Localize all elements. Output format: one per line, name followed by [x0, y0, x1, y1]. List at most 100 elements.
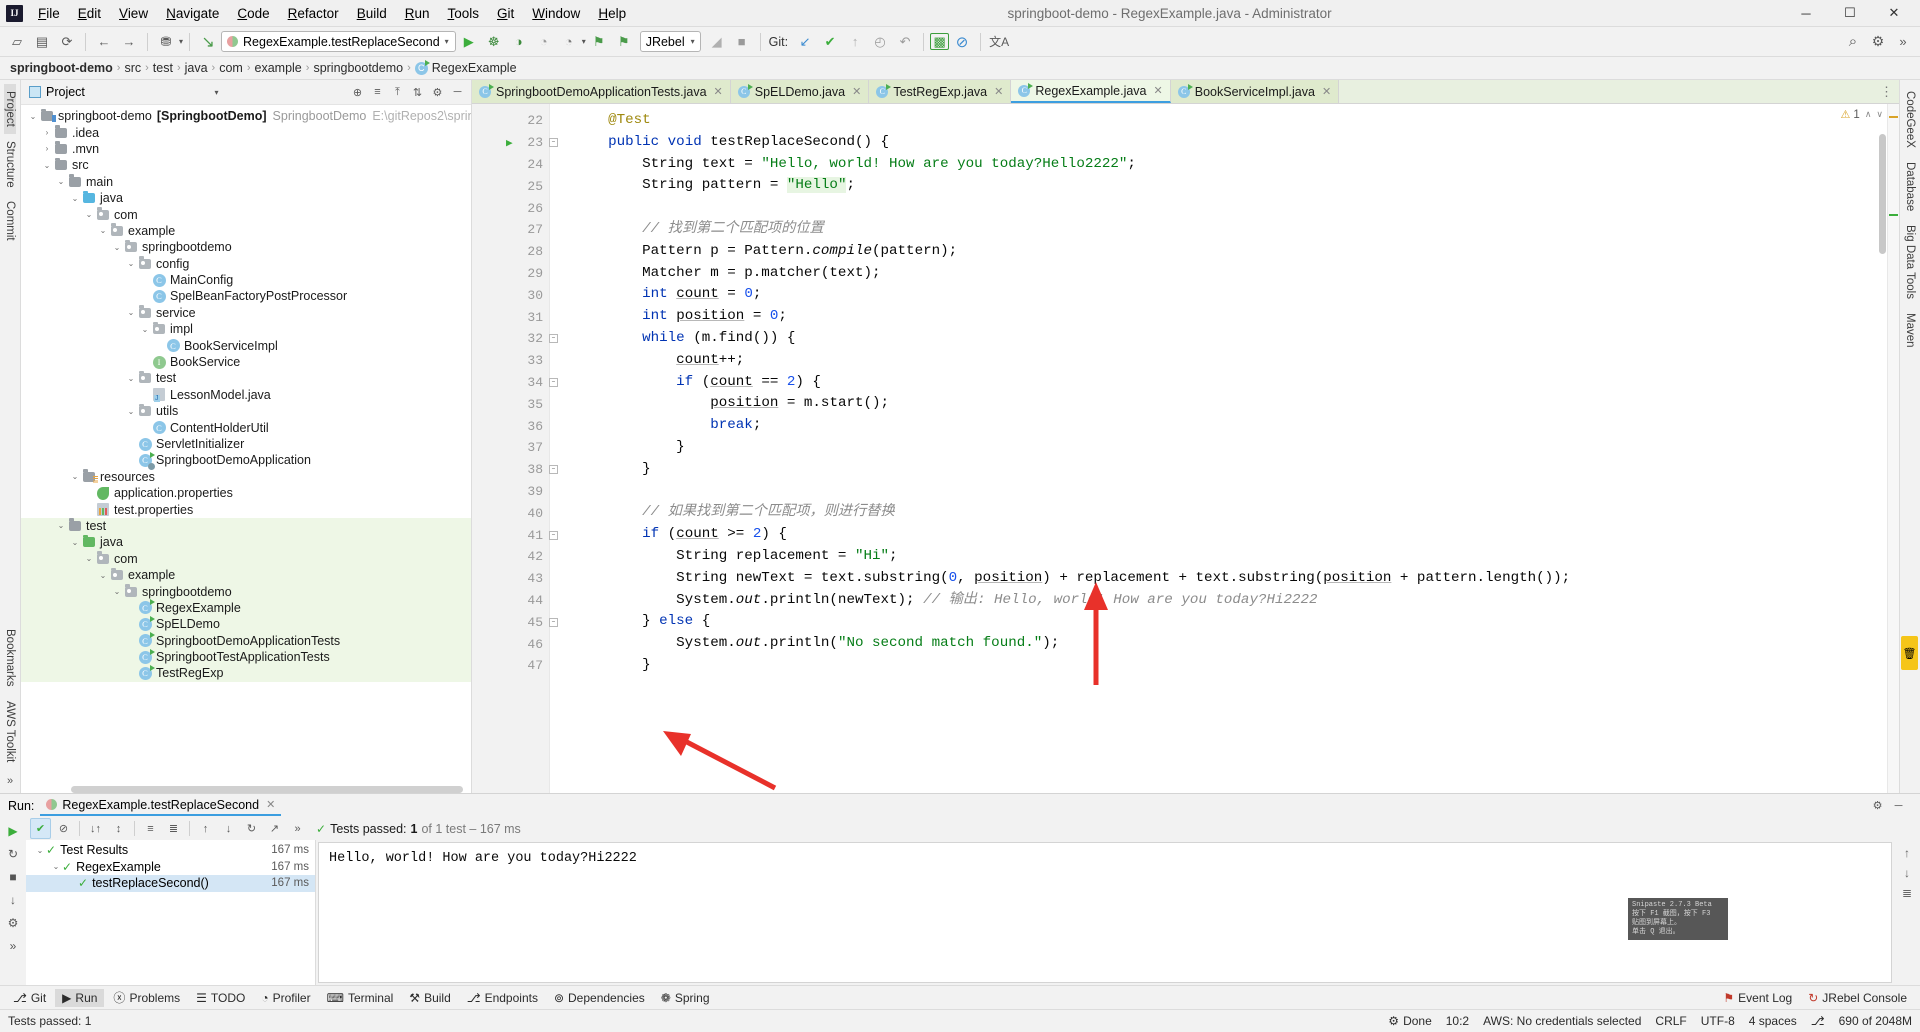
profile-run-button[interactable]: ◔ — [532, 30, 556, 54]
tree-chevron-icon[interactable]: ⌄ — [111, 587, 123, 596]
minimize-button[interactable]: ─ — [1784, 0, 1828, 26]
gutter-line-27[interactable]: 27 — [472, 219, 549, 241]
menu-build[interactable]: Build — [348, 2, 396, 25]
collapse-all-tests-icon[interactable]: ≣ — [163, 818, 184, 839]
menu-view[interactable]: View — [110, 2, 157, 25]
tree-node-utils[interactable]: ⌄ utils — [21, 403, 471, 419]
settings-gear-icon[interactable]: ⚙ — [1866, 30, 1890, 54]
memory-indicator[interactable]: 690 of 2048M — [1839, 1014, 1912, 1028]
inspection-widget[interactable]: ⚠ 1 ∧ ∨ — [1841, 108, 1883, 122]
tool-window-button-build[interactable]: ⚒ Build — [402, 989, 457, 1007]
tab-overflow-icon[interactable]: ⋮ — [1880, 80, 1899, 103]
tree-chevron-icon[interactable]: ⌄ — [55, 177, 67, 186]
tree-node-speldemo[interactable]: C SpELDemo — [21, 615, 471, 633]
rail-maven[interactable]: Maven — [1904, 306, 1916, 355]
rerun-icon[interactable]: ▶ — [2, 820, 24, 842]
expand-all-tests-icon[interactable]: ≡ — [140, 818, 161, 839]
tree-node-test[interactable]: ⌄ test — [21, 370, 471, 386]
test-chevron-icon[interactable]: ⌄ — [50, 862, 62, 871]
code-line-30[interactable]: int count = 0; — [574, 284, 1887, 306]
code-line-36[interactable]: break; — [574, 415, 1887, 437]
tree-node--mvn[interactable]: › .mvn — [21, 141, 471, 157]
tree-node-springbootdemo[interactable]: ⌄ springbootdemo — [21, 583, 471, 600]
gutter-line-30[interactable]: 30 — [472, 284, 549, 306]
breadcrumb-item-5[interactable]: example — [255, 61, 302, 75]
menu-navigate[interactable]: Navigate — [157, 2, 228, 25]
test-chevron-icon[interactable]: ⌄ — [34, 846, 46, 855]
hide-panel-icon[interactable]: ─ — [448, 83, 467, 102]
tree-chevron-icon[interactable]: ⌄ — [111, 243, 123, 252]
tree-node-servletinitializer[interactable]: C ServletInitializer — [21, 436, 471, 452]
rail-project[interactable]: Project — [4, 84, 16, 134]
menu-refactor[interactable]: Refactor — [279, 2, 348, 25]
rail-aws-toolkit[interactable]: AWS Toolkit — [4, 694, 16, 769]
open-project-icon[interactable]: ▱ — [5, 30, 29, 54]
run-config-gear-icon[interactable]: ⚙ — [2, 912, 24, 934]
menu-run[interactable]: Run — [396, 2, 439, 25]
collapse-all-icon[interactable]: ⤒ — [388, 83, 407, 102]
tree-node-springbootdemoapplication[interactable]: C SpringbootDemoApplication — [21, 451, 471, 470]
editor-tab-regexexample-java[interactable]: C RegexExample.java ✕ — [1011, 80, 1171, 103]
gutter-line-34[interactable]: 34– — [472, 372, 558, 394]
gutter-line-43[interactable]: 43 — [472, 568, 549, 590]
tree-node-com[interactable]: ⌄ com — [21, 550, 471, 567]
breadcrumb-item-0[interactable]: springboot-demo — [10, 61, 113, 75]
code-line-33[interactable]: count++; — [574, 350, 1887, 372]
jrebel-chevron-down-icon[interactable]: ▾ — [691, 37, 695, 46]
block-icon[interactable]: ⊘ — [950, 30, 974, 54]
inspection-up-icon[interactable]: ∧ — [1865, 109, 1872, 120]
tool-window-button-endpoints[interactable]: ⎇ Endpoints — [460, 989, 545, 1007]
translate-icon[interactable]: 文A — [987, 30, 1011, 54]
gutter-line-24[interactable]: 24 — [472, 154, 549, 176]
gutter-line-42[interactable]: 42 — [472, 546, 549, 568]
tree-node-regexexample[interactable]: C RegexExample — [21, 599, 471, 617]
navigate-back-icon[interactable]: ← — [92, 30, 116, 54]
code-line-32[interactable]: while (m.find()) { — [574, 328, 1887, 350]
console-up-icon[interactable]: ↑ — [1904, 846, 1910, 860]
error-stripe[interactable] — [1887, 104, 1899, 793]
gutter-line-37[interactable]: 37 — [472, 437, 549, 459]
sort-alphabetically-icon[interactable]: ↓↑ — [85, 818, 106, 839]
test-row-testreplacesecond--[interactable]: ✓ testReplaceSecond() 167 ms — [26, 875, 315, 892]
tree-chevron-icon[interactable]: ⌄ — [69, 194, 81, 203]
test-more-icon[interactable]: » — [287, 818, 308, 839]
tree-node-example[interactable]: ⌄ example — [21, 566, 471, 584]
code-line-26[interactable] — [574, 197, 1887, 219]
attach-icon[interactable]: ◢ — [705, 30, 729, 54]
tool-window-button-run[interactable]: ▶ Run — [55, 988, 105, 1007]
inspection-down-icon[interactable]: ∨ — [1876, 109, 1883, 120]
stop-button[interactable]: ■ — [730, 30, 754, 54]
rail-bookmarks[interactable]: Bookmarks — [4, 622, 16, 694]
next-failed-icon[interactable]: ↓ — [218, 818, 239, 839]
tree-chevron-icon[interactable]: ⌄ — [83, 210, 95, 219]
monitor-icon[interactable]: ▩ — [930, 33, 950, 50]
breadcrumb-item-4[interactable]: com — [219, 61, 243, 75]
code-line-47[interactable]: } — [574, 655, 1887, 677]
tree-node-resources[interactable]: ⌄ resources — [21, 469, 471, 485]
tree-chevron-icon[interactable]: ⌄ — [27, 112, 39, 121]
code-line-46[interactable]: System.out.println("No second match foun… — [574, 633, 1887, 655]
code-line-27[interactable]: // 找到第二个匹配项的位置 — [574, 219, 1887, 241]
tree-node-test-properties[interactable]: test.properties — [21, 501, 471, 517]
code-line-44[interactable]: System.out.println(newText); // 输出: Hell… — [574, 590, 1887, 612]
status-button-event-log[interactable]: ⚑ Event Log — [1716, 989, 1799, 1007]
tree-node-java[interactable]: ⌄ java — [21, 534, 471, 551]
code-line-41[interactable]: if (count >= 2) { — [574, 524, 1887, 546]
rail-database[interactable]: Database — [1904, 155, 1916, 218]
code-line-45[interactable]: } else { — [574, 611, 1887, 633]
gutter-line-39[interactable]: 39 — [472, 481, 549, 503]
editor-tab-speldemo-java[interactable]: C SpELDemo.java ✕ — [730, 80, 870, 103]
scroll-down-icon[interactable]: ↓ — [2, 889, 24, 911]
toolbar-expand-icon[interactable]: » — [1891, 30, 1915, 54]
export-results-icon[interactable]: ↗ — [264, 818, 285, 839]
editor-tab-bookserviceimpl-java[interactable]: C BookServiceImpl.java ✕ — [1170, 80, 1340, 103]
git-rollback-icon[interactable]: ↶ — [893, 30, 917, 54]
tool-window-button-terminal[interactable]: ⌨ Terminal — [320, 989, 401, 1007]
gutter-line-35[interactable]: 35 — [472, 393, 549, 415]
aws-credentials[interactable]: AWS: No credentials selected — [1483, 1014, 1641, 1028]
test-row-regexexample[interactable]: ⌄ ✓ RegexExample 167 ms — [26, 859, 315, 876]
rail-bigdata[interactable]: Big Data Tools — [1904, 218, 1916, 306]
breadcrumb-item-2[interactable]: test — [153, 61, 173, 75]
project-tree[interactable]: ⌄ springboot-demo [SpringbootDemo] Springbo… — [21, 105, 471, 793]
gutter-line-40[interactable]: 40 — [472, 502, 549, 524]
